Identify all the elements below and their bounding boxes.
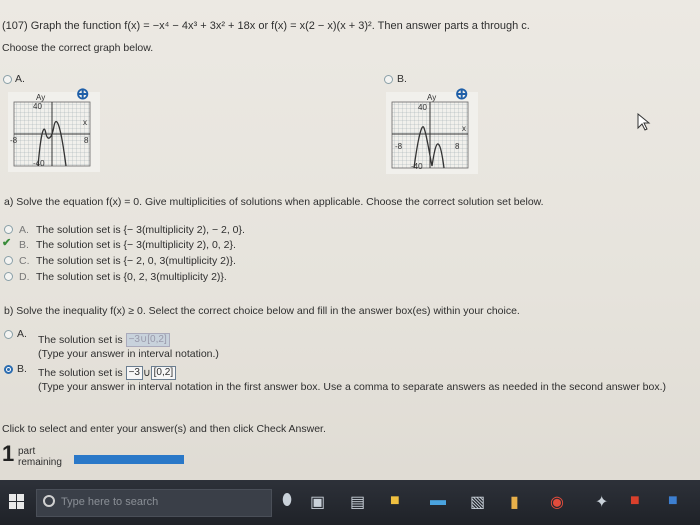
part-b-option-a-row: The solution set is −3∪[0,2] [38, 333, 170, 347]
part-b-prompt: b) Solve the inequality f(x) ≥ 0. Select… [4, 305, 520, 317]
part-b-option-b-radio[interactable] [4, 365, 13, 374]
part-b-option-b-text: The solution set is [38, 366, 123, 379]
graph-a-y-axis-label: Ay [36, 93, 46, 102]
graph-b-label: B. [397, 73, 407, 85]
part-b-option-a-hint: (Type your answer in interval notation.) [38, 348, 219, 360]
part-a-option-b-letter: B. [19, 239, 29, 251]
microphone-icon[interactable]: ⬮ [282, 492, 292, 510]
union-symbol: ∪ [142, 366, 151, 379]
graph-b-radio[interactable] [384, 75, 393, 84]
part-a-option-c-letter: C. [19, 255, 30, 267]
part-a-prompt: a) Solve the equation f(x) = 0. Give mul… [4, 196, 544, 208]
remaining-label: remaining [18, 457, 62, 468]
mail-icon[interactable]: ▬ [430, 492, 446, 510]
part-b-option-b-hint: (Type your answer in interval notation i… [38, 381, 666, 393]
folder-icon[interactable]: ▮ [510, 492, 519, 512]
graph-b-y-top-tick: 40 [418, 103, 427, 112]
part-word: part [18, 446, 36, 457]
graph-b-x-right-tick: 8 [455, 142, 460, 151]
cortana-circle-icon [43, 495, 55, 507]
chrome-icon[interactable]: ◉ [550, 492, 564, 512]
footer-instruction: Click to select and enter your answer(s)… [2, 423, 326, 435]
taskbar: Type here to search ⬮ ▣ ▤ ■ ▬ ▧ ▮ ◉ ✦ ■ … [0, 480, 700, 525]
photos-icon[interactable]: ▧ [470, 492, 485, 512]
part-b-option-a-text: The solution set is [38, 333, 123, 346]
part-a-option-c-radio[interactable] [4, 256, 13, 265]
part-a-option-a-text[interactable]: The solution set is {− 3(multiplicity 2)… [36, 224, 245, 236]
graph-b-y-bottom-tick: -40 [411, 162, 423, 171]
part-b-answer-box-2[interactable]: [0,2] [150, 366, 177, 380]
part-a-option-a-letter: A. [19, 224, 29, 236]
graph-b-y-axis-label: Ay [427, 93, 437, 102]
graph-a-radio[interactable] [3, 75, 12, 84]
part-b-option-a-radio[interactable] [4, 330, 13, 339]
graph-b[interactable] [386, 92, 478, 174]
part-a-option-a-radio[interactable] [4, 225, 13, 234]
app-icon[interactable]: ✦ [595, 492, 608, 512]
graph-a-y-top-tick: 40 [33, 102, 42, 111]
windows-start-icon[interactable] [9, 494, 25, 510]
graph-a-svg [13, 101, 91, 167]
progress-bar [74, 455, 184, 464]
part-a-option-d-text[interactable]: The solution set is {0, 2, 3(multiplicit… [36, 271, 227, 283]
part-b-answer-box-1[interactable]: −3 [125, 366, 143, 380]
graph-b-x-left-tick: -8 [395, 142, 403, 151]
correct-check-icon: ✔ [2, 237, 12, 249]
graph-a[interactable] [8, 92, 100, 172]
graph-a-x-right-tick: 8 [84, 136, 89, 145]
graph-b-svg [391, 101, 469, 169]
graph-a-label: A. [15, 73, 25, 85]
part-count: 1 [2, 441, 15, 466]
task-view-icon[interactable]: ▣ [310, 492, 325, 512]
graph-a-x-left-tick: -8 [10, 136, 18, 145]
part-b-option-a-letter: A. [17, 328, 27, 340]
graph-a-x-axis-label: x [83, 118, 87, 127]
part-a-option-d-radio[interactable] [4, 272, 13, 281]
pdf-icon[interactable]: ■ [630, 492, 640, 510]
graph-b-x-axis-label: x [462, 124, 466, 133]
graph-b-zoom-icon[interactable]: ⊕ [455, 84, 468, 104]
graph-instruction: Choose the correct graph below. [2, 42, 154, 54]
mouse-cursor-icon [637, 113, 651, 131]
graph-a-zoom-icon[interactable]: ⊕ [76, 84, 89, 104]
question-header: (107) Graph the function f(x) = −x⁴ − 4x… [2, 20, 530, 32]
part-a-option-b-text[interactable]: The solution set is {− 3(multiplicity 2)… [36, 239, 236, 251]
part-b-option-b-row: The solution set is −3 ∪ [0,2] [38, 366, 177, 380]
part-a-option-c-text[interactable]: The solution set is {− 2, 0, 3(multiplic… [36, 255, 236, 267]
file-explorer-icon[interactable]: ■ [390, 492, 400, 510]
graph-a-y-bottom-tick: -40 [33, 159, 45, 168]
taskbar-search-box[interactable]: Type here to search [36, 489, 272, 517]
taskbar-search-placeholder: Type here to search [61, 496, 159, 508]
word-icon[interactable]: ■ [668, 492, 678, 510]
part-b-option-b-letter: B. [17, 363, 27, 375]
part-a-option-d-letter: D. [19, 271, 30, 283]
store-icon[interactable]: ▤ [350, 492, 365, 512]
part-b-option-a-answer-box[interactable]: −3∪[0,2] [125, 333, 170, 347]
